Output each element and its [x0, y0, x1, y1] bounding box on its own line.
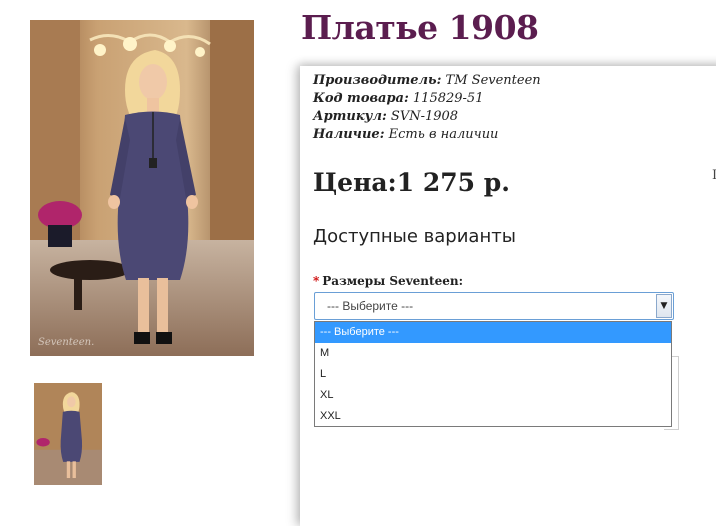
thumbnail-illustration — [34, 383, 102, 485]
size-option-xxl[interactable]: XXL — [315, 406, 671, 427]
size-option-xl[interactable]: XL — [315, 385, 671, 406]
size-dropdown-list: --- Выберите --- M L XL XXL — [314, 321, 672, 427]
dress-photo-illustration: Seventeen. — [30, 20, 254, 356]
product-title: Платье 1908 — [301, 8, 539, 47]
size-option-l[interactable]: L — [315, 364, 671, 385]
size-select-label: * Размеры Seventeen: — [313, 274, 463, 288]
article-row: Артикул: SVN-1908 — [313, 108, 541, 126]
size-select-label-text: Размеры Seventeen: — [322, 274, 463, 288]
manufacturer-label: Производитель: — [313, 73, 442, 88]
product-details: Производитель: ТМ Seventeen Код товара: … — [313, 72, 541, 144]
product-code-label: Код товара: — [313, 91, 409, 106]
size-select-value: --- Выберите --- — [327, 299, 414, 313]
manufacturer-row: Производитель: ТМ Seventeen — [313, 72, 541, 90]
available-options-heading: Доступные варианты — [313, 226, 516, 247]
availability-value: Есть в наличии — [384, 127, 499, 142]
article-label: Артикул: — [313, 109, 387, 124]
availability-row: Наличие: Есть в наличии — [313, 126, 541, 144]
product-code-value: 115829-51 — [408, 91, 484, 106]
availability-label: Наличие: — [313, 127, 385, 142]
chevron-down-icon[interactable]: ▼ — [656, 294, 672, 318]
product-thumbnail[interactable] — [34, 383, 102, 485]
svg-text:Seventeen.: Seventeen. — [38, 337, 94, 348]
size-option-placeholder[interactable]: --- Выберите --- — [315, 322, 671, 343]
product-price: Цена:1 275 р. — [313, 168, 510, 197]
required-marker: * — [313, 274, 320, 288]
size-option-m[interactable]: M — [315, 343, 671, 364]
article-value: SVN-1908 — [386, 109, 459, 124]
manufacturer-value: ТМ Seventeen — [441, 73, 541, 88]
size-select[interactable]: --- Выберите --- ▼ — [314, 292, 674, 320]
product-code-row: Код товара: 115829-51 — [313, 90, 541, 108]
product-main-image[interactable]: Seventeen. — [30, 20, 254, 356]
edge-mark: I — [712, 168, 716, 183]
